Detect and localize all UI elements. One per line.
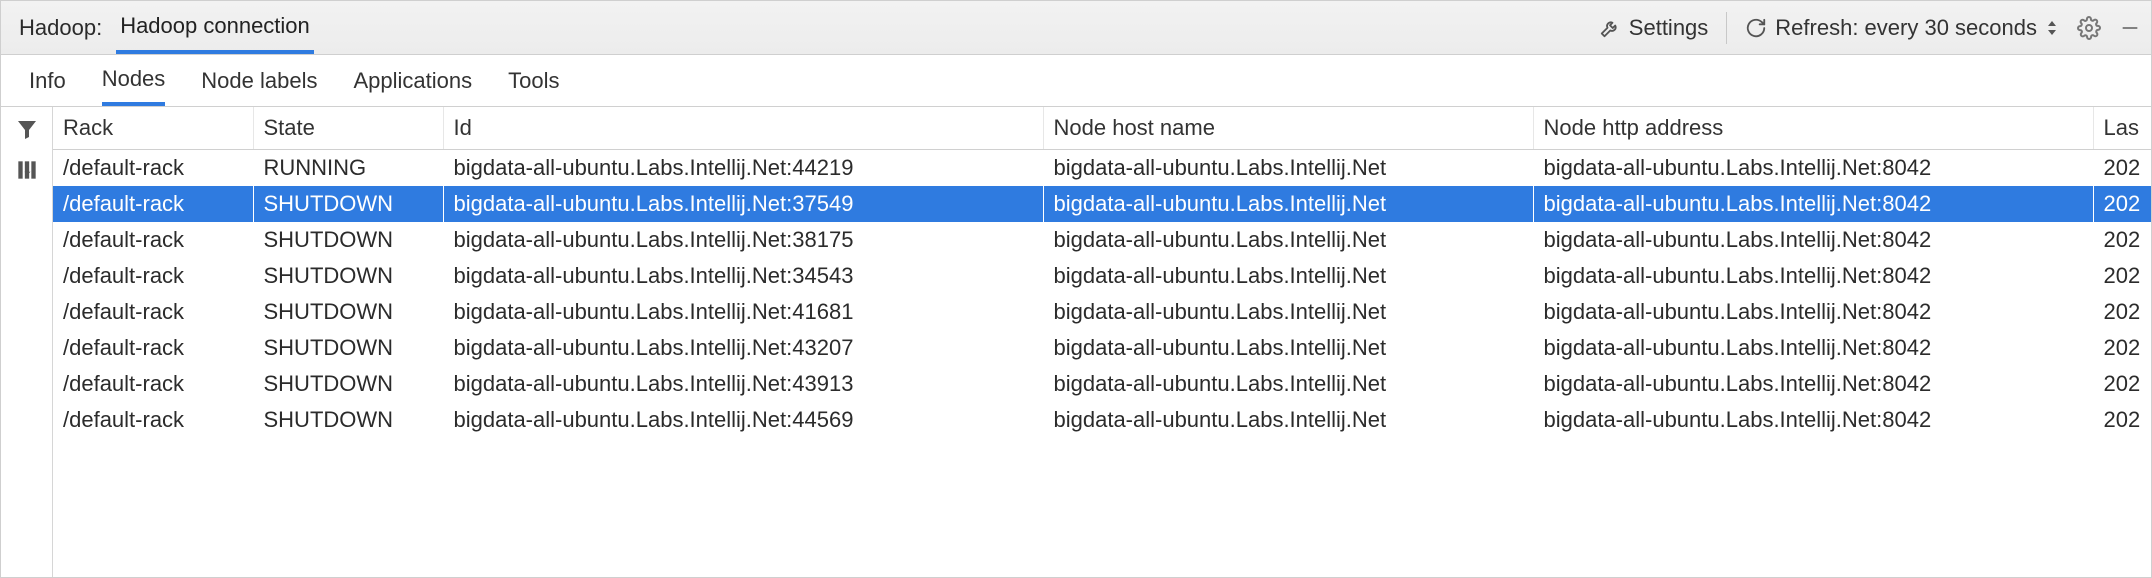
toolwindow-header: Hadoop: Hadoop connection Settings Refre…: [1, 1, 2151, 55]
cell-state: SHUTDOWN: [253, 294, 443, 330]
cell-host: bigdata-all-ubuntu.Labs.Intellij.Net: [1043, 330, 1533, 366]
table-row[interactable]: /default-rackSHUTDOWNbigdata-all-ubuntu.…: [53, 402, 2151, 438]
cell-rack: /default-rack: [53, 294, 253, 330]
table-header-row: Rack State Id Node host name Node http a…: [53, 107, 2151, 150]
cell-state: SHUTDOWN: [253, 366, 443, 402]
tab-nodes[interactable]: Nodes: [102, 55, 166, 106]
cell-last: 202: [2093, 222, 2151, 258]
gear-icon[interactable]: [2077, 16, 2101, 40]
cell-rack: /default-rack: [53, 330, 253, 366]
columns-icon[interactable]: [14, 157, 40, 183]
settings-button[interactable]: Settings: [1599, 15, 1709, 41]
cell-id: bigdata-all-ubuntu.Labs.Intellij.Net:416…: [443, 294, 1043, 330]
table-row[interactable]: /default-rackSHUTDOWNbigdata-all-ubuntu.…: [53, 294, 2151, 330]
cell-http: bigdata-all-ubuntu.Labs.Intellij.Net:804…: [1533, 186, 2093, 222]
refresh-label: Refresh: every 30 seconds: [1775, 15, 2037, 41]
hadoop-toolwindow: Hadoop: Hadoop connection Settings Refre…: [0, 0, 2152, 578]
cell-http: bigdata-all-ubuntu.Labs.Intellij.Net:804…: [1533, 222, 2093, 258]
table-row[interactable]: /default-rackRUNNINGbigdata-all-ubuntu.L…: [53, 150, 2151, 187]
cell-host: bigdata-all-ubuntu.Labs.Intellij.Net: [1043, 150, 1533, 187]
col-header-http[interactable]: Node http address: [1533, 107, 2093, 150]
cell-id: bigdata-all-ubuntu.Labs.Intellij.Net:442…: [443, 150, 1043, 187]
col-header-host[interactable]: Node host name: [1043, 107, 1533, 150]
refresh-icon: [1745, 17, 1767, 39]
cell-last: 202: [2093, 258, 2151, 294]
cell-last: 202: [2093, 186, 2151, 222]
table-row[interactable]: /default-rackSHUTDOWNbigdata-all-ubuntu.…: [53, 222, 2151, 258]
header-prefix: Hadoop:: [19, 15, 102, 41]
settings-label: Settings: [1629, 15, 1709, 41]
cell-id: bigdata-all-ubuntu.Labs.Intellij.Net:445…: [443, 402, 1043, 438]
nodes-table-wrap: Rack State Id Node host name Node http a…: [53, 107, 2151, 577]
minimize-icon[interactable]: [2119, 17, 2141, 39]
tab-info[interactable]: Info: [29, 55, 66, 106]
cell-last: 202: [2093, 150, 2151, 187]
cell-last: 202: [2093, 294, 2151, 330]
nodes-table: Rack State Id Node host name Node http a…: [53, 107, 2151, 438]
cell-host: bigdata-all-ubuntu.Labs.Intellij.Net: [1043, 186, 1533, 222]
updown-icon: [2045, 18, 2059, 38]
col-header-id[interactable]: Id: [443, 107, 1043, 150]
col-header-rack[interactable]: Rack: [53, 107, 253, 150]
cell-state: RUNNING: [253, 150, 443, 187]
cell-http: bigdata-all-ubuntu.Labs.Intellij.Net:804…: [1533, 402, 2093, 438]
connection-tab-label: Hadoop connection: [120, 13, 310, 39]
cell-rack: /default-rack: [53, 366, 253, 402]
cell-id: bigdata-all-ubuntu.Labs.Intellij.Net:381…: [443, 222, 1043, 258]
separator: [1726, 12, 1727, 44]
cell-rack: /default-rack: [53, 222, 253, 258]
col-header-state[interactable]: State: [253, 107, 443, 150]
refresh-dropdown[interactable]: Refresh: every 30 seconds: [1745, 15, 2059, 41]
cell-state: SHUTDOWN: [253, 402, 443, 438]
col-header-last[interactable]: Las: [2093, 107, 2151, 150]
tab-applications[interactable]: Applications: [353, 55, 472, 106]
cell-rack: /default-rack: [53, 150, 253, 187]
cell-host: bigdata-all-ubuntu.Labs.Intellij.Net: [1043, 294, 1533, 330]
table-row[interactable]: /default-rackSHUTDOWNbigdata-all-ubuntu.…: [53, 186, 2151, 222]
cell-state: SHUTDOWN: [253, 222, 443, 258]
connection-tab[interactable]: Hadoop connection: [116, 1, 314, 54]
cell-state: SHUTDOWN: [253, 330, 443, 366]
cell-host: bigdata-all-ubuntu.Labs.Intellij.Net: [1043, 222, 1533, 258]
cell-http: bigdata-all-ubuntu.Labs.Intellij.Net:804…: [1533, 258, 2093, 294]
table-row[interactable]: /default-rackSHUTDOWNbigdata-all-ubuntu.…: [53, 330, 2151, 366]
table-row[interactable]: /default-rackSHUTDOWNbigdata-all-ubuntu.…: [53, 258, 2151, 294]
table-gutter: [1, 107, 53, 577]
tab-tools[interactable]: Tools: [508, 55, 559, 106]
cell-http: bigdata-all-ubuntu.Labs.Intellij.Net:804…: [1533, 330, 2093, 366]
table-row[interactable]: /default-rackSHUTDOWNbigdata-all-ubuntu.…: [53, 366, 2151, 402]
cell-id: bigdata-all-ubuntu.Labs.Intellij.Net:375…: [443, 186, 1043, 222]
cell-host: bigdata-all-ubuntu.Labs.Intellij.Net: [1043, 402, 1533, 438]
cell-rack: /default-rack: [53, 186, 253, 222]
cell-http: bigdata-all-ubuntu.Labs.Intellij.Net:804…: [1533, 366, 2093, 402]
cell-http: bigdata-all-ubuntu.Labs.Intellij.Net:804…: [1533, 150, 2093, 187]
cell-state: SHUTDOWN: [253, 186, 443, 222]
cell-id: bigdata-all-ubuntu.Labs.Intellij.Net:432…: [443, 330, 1043, 366]
wrench-icon: [1599, 17, 1621, 39]
cell-last: 202: [2093, 366, 2151, 402]
cell-id: bigdata-all-ubuntu.Labs.Intellij.Net:345…: [443, 258, 1043, 294]
cell-rack: /default-rack: [53, 402, 253, 438]
cell-host: bigdata-all-ubuntu.Labs.Intellij.Net: [1043, 366, 1533, 402]
filter-icon[interactable]: [15, 117, 39, 141]
cell-last: 202: [2093, 402, 2151, 438]
cell-rack: /default-rack: [53, 258, 253, 294]
cell-last: 202: [2093, 330, 2151, 366]
cell-id: bigdata-all-ubuntu.Labs.Intellij.Net:439…: [443, 366, 1043, 402]
cell-host: bigdata-all-ubuntu.Labs.Intellij.Net: [1043, 258, 1533, 294]
tab-node-labels[interactable]: Node labels: [201, 55, 317, 106]
tab-bar: Info Nodes Node labels Applications Tools: [1, 55, 2151, 107]
cell-state: SHUTDOWN: [253, 258, 443, 294]
cell-http: bigdata-all-ubuntu.Labs.Intellij.Net:804…: [1533, 294, 2093, 330]
